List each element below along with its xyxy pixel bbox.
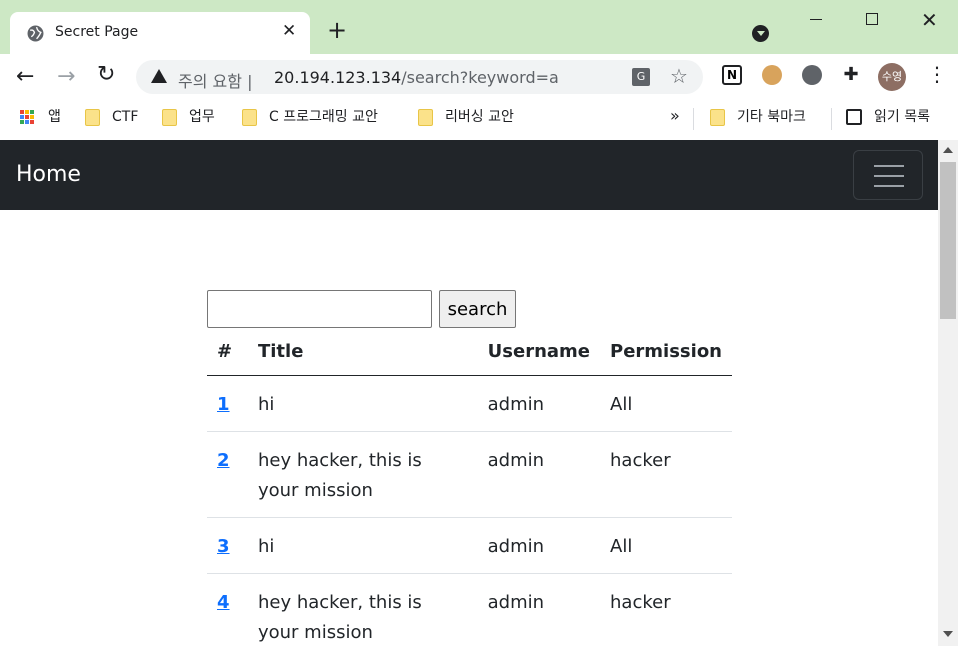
title-bar: Secret Page ✕ + ✕ [0, 0, 958, 54]
row-title: hi [247, 517, 478, 574]
shield-extension-icon[interactable] [802, 65, 822, 85]
folder-icon [85, 108, 100, 126]
address-bar[interactable]: 주의 요함 | 20.194.123.134/search?keyword=a … [136, 60, 703, 94]
scroll-up-arrow-icon[interactable] [943, 147, 953, 153]
row-username: admin [477, 431, 601, 518]
profile-avatar[interactable]: 수영 [878, 63, 906, 91]
bookmark-star-icon[interactable]: ☆ [670, 64, 688, 88]
scroll-down-arrow-icon[interactable] [943, 631, 953, 637]
bookmarks-divider [693, 108, 694, 130]
tab-secret-page[interactable]: Secret Page ✕ [10, 12, 310, 54]
row-username: admin [477, 573, 601, 646]
row-permission: All [600, 375, 732, 432]
bookmarks-overflow-icon[interactable]: » [670, 106, 680, 125]
notion-extension-icon[interactable]: N [722, 65, 742, 85]
extensions-puzzle-icon[interactable]: ✚ [841, 65, 861, 85]
bookmark-reversing[interactable]: 리버싱 교안 [418, 108, 514, 128]
results-table: # Title Username Permission 1 hi admin A… [207, 333, 732, 646]
row-title: hey hacker, this is your mission [247, 573, 478, 646]
bookmark-label: CTF [112, 109, 139, 125]
folder-icon [710, 108, 725, 126]
page-scrollbar[interactable] [938, 140, 958, 646]
row-username: admin [477, 517, 601, 574]
bookmark-c-programming[interactable]: C 프로그래밍 교안 [242, 108, 378, 128]
bookmark-ctf[interactable]: CTF [85, 108, 138, 128]
url-text[interactable]: 20.194.123.134/search?keyword=a [274, 68, 559, 87]
row-permission: All [600, 517, 732, 574]
site-navbar: Home [0, 140, 938, 210]
browser-menu-icon[interactable]: ⋮ [927, 64, 947, 84]
bookmark-label: C 프로그래밍 교안 [269, 109, 378, 125]
row-username: admin [477, 375, 601, 432]
reading-list[interactable]: 읽기 목록 [846, 108, 930, 128]
apps-icon [20, 110, 34, 124]
search-button[interactable]: search [439, 290, 516, 328]
globe-icon [27, 25, 44, 42]
translate-icon[interactable]: G [632, 68, 650, 86]
table-row: 4 hey hacker, this is your mission admin… [207, 573, 732, 646]
bookmark-apps[interactable]: 앱 [20, 108, 61, 128]
bookmark-other[interactable]: 기타 북마크 [710, 108, 806, 128]
security-warning-label: 주의 요함 [178, 72, 242, 91]
scrollbar-thumb[interactable] [940, 162, 956, 319]
bookmark-label: 업무 [189, 109, 215, 125]
reload-icon[interactable]: ↻ [97, 62, 115, 87]
table-row: 3 hi admin All [207, 517, 732, 574]
reading-list-label: 읽기 목록 [874, 109, 930, 125]
row-id-link[interactable]: 4 [217, 592, 230, 613]
url-host: 20.194.123.134 [274, 68, 402, 87]
row-title: hey hacker, this is your mission [247, 431, 478, 518]
new-tab-button[interactable]: + [327, 18, 347, 42]
navbar-toggler-button[interactable] [853, 150, 923, 200]
window-close-icon[interactable]: ✕ [921, 8, 938, 32]
bookmark-label: 앱 [48, 109, 61, 125]
browser-toolbar: ← → ↻ 주의 요함 | 20.194.123.134/search?keyw… [0, 54, 958, 100]
page-viewport: Home search # Title Username Permission … [0, 140, 958, 646]
tab-search-icon[interactable] [752, 25, 769, 42]
security-warning[interactable]: 주의 요함 | [178, 68, 252, 92]
column-header-id: # [207, 333, 248, 376]
minimize-icon[interactable] [810, 19, 822, 20]
bookmark-label: 리버싱 교안 [445, 109, 514, 125]
folder-icon [242, 108, 257, 126]
navbar-brand-home[interactable]: Home [16, 162, 81, 187]
search-input[interactable] [207, 290, 432, 328]
column-header-title: Title [247, 333, 478, 376]
tab-close-icon[interactable]: ✕ [282, 21, 296, 41]
column-header-username: Username [477, 333, 601, 376]
table-row: 1 hi admin All [207, 375, 732, 432]
maximize-icon[interactable] [866, 13, 878, 25]
column-header-permission: Permission [600, 333, 732, 376]
row-id-link[interactable]: 2 [217, 450, 230, 471]
row-permission: hacker [600, 573, 732, 646]
row-id-link[interactable]: 3 [217, 536, 230, 557]
back-arrow-icon[interactable]: ← [16, 64, 34, 89]
folder-icon [162, 108, 177, 126]
omnibox-separator: | [247, 72, 253, 91]
row-permission: hacker [600, 431, 732, 518]
folder-icon [418, 108, 433, 126]
reading-list-icon [846, 109, 862, 125]
url-path: /search?keyword=a [401, 68, 559, 87]
warning-icon[interactable] [151, 69, 167, 83]
cookie-extension-icon[interactable] [762, 65, 782, 85]
bookmark-work[interactable]: 업무 [162, 108, 215, 128]
row-title: hi [247, 375, 478, 432]
hamburger-icon [874, 165, 904, 187]
table-row: 2 hey hacker, this is your mission admin… [207, 431, 732, 518]
bookmark-label: 기타 북마크 [737, 109, 806, 125]
bookmarks-divider [831, 108, 832, 130]
tab-title: Secret Page [55, 24, 139, 40]
bookmarks-bar: 앱 CTF 업무 C 프로그래밍 교안 리버싱 교안 » 기타 북마크 읽기 목… [0, 100, 958, 140]
row-id-link[interactable]: 1 [217, 394, 230, 415]
table-header-row: # Title Username Permission [207, 333, 732, 376]
forward-arrow-icon[interactable]: → [57, 64, 75, 89]
